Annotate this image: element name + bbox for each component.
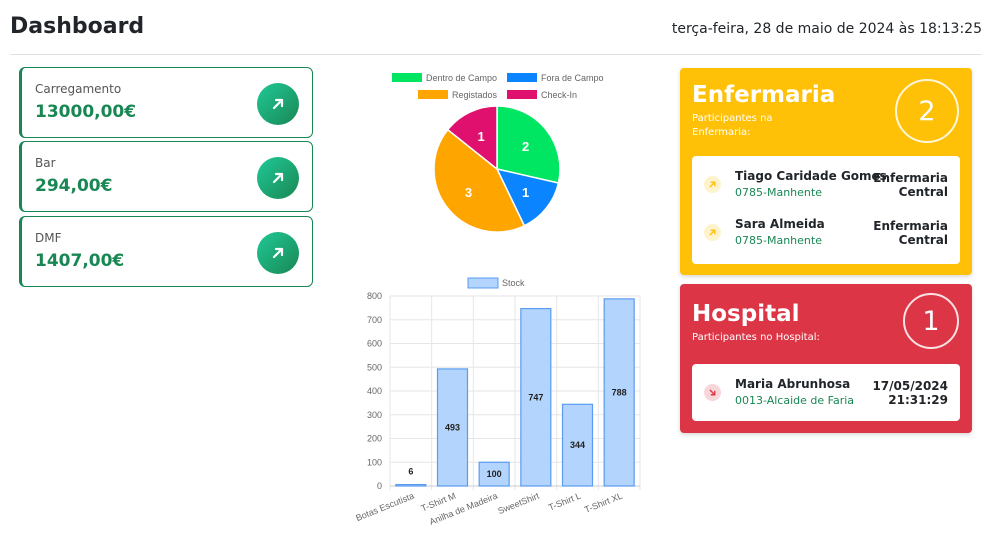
arrow-up-right-icon	[272, 172, 284, 184]
stock-bar-chart: Stock 0 100 200 300 400 500 600 700 800 6 Botas Esc…	[354, 277, 641, 527]
participant-team: 0785-Manhente	[735, 186, 822, 199]
enfermaria-count: 2	[895, 79, 959, 143]
bar	[395, 483, 427, 487]
pie-slice-label: 1	[478, 129, 485, 144]
hospital-title: Hospital	[692, 301, 800, 327]
arrow-up-right-icon	[272, 98, 284, 110]
legend-swatch	[507, 90, 537, 99]
legend-swatch	[507, 73, 537, 82]
open-bar-button[interactable]	[257, 157, 299, 199]
participant-name: Sara Almeida	[735, 217, 825, 231]
stat-value: 294,00€	[35, 176, 113, 196]
y-tick-label: 700	[367, 315, 382, 325]
stat-label: Bar	[35, 156, 56, 170]
legend-label: Dentro de Campo	[426, 73, 497, 83]
participant-time: 21:31:29	[888, 393, 948, 407]
stat-value: 1407,00€	[35, 251, 125, 271]
arrow-down-right-icon	[704, 384, 721, 401]
hospital-panel: Hospital Participantes no Hospital: 1 Ma…	[680, 284, 972, 433]
x-tick-label: T-Shirt XL	[583, 491, 624, 515]
page-header: Dashboard terça-feira, 28 de maio de 202…	[10, 0, 982, 55]
legend-label: Stock	[502, 278, 525, 288]
enfermaria-list: Tiago Caridade Gomes 0785-Manhente Enfer…	[692, 156, 960, 264]
open-carregamento-button[interactable]	[257, 83, 299, 125]
participant-name: Tiago Caridade Gomes	[735, 169, 887, 183]
bar-value-label: 344	[570, 440, 585, 450]
bar-value-label: 788	[612, 387, 627, 397]
enfermaria-subtitle: Participantes na Enfermaria:	[692, 113, 773, 138]
legend-swatch	[467, 277, 499, 289]
stat-card-carregamento: Carregamento 13000,00€	[19, 67, 313, 138]
enfermaria-panel: Enfermaria Participantes na Enfermaria: …	[680, 68, 972, 275]
participant-date: 17/05/2024	[872, 379, 948, 393]
bar-value-label: 100	[487, 469, 502, 479]
arrow-up-right-icon	[704, 224, 721, 241]
y-tick-label: 500	[367, 362, 382, 372]
participants-pie-chart: Dentro de Campo Fora de Campo Registados Ch…	[392, 73, 604, 233]
legend-label: Check-In	[541, 90, 577, 100]
participant-team: 0013-Alcaide de Faria	[735, 394, 855, 407]
participant-location: Enfermaria Central	[873, 171, 948, 199]
legend-swatch	[392, 73, 422, 82]
enfermaria-title: Enfermaria	[692, 82, 836, 108]
y-tick-label: 200	[367, 434, 382, 444]
x-tick-label: Botas Escutista	[354, 491, 415, 524]
legend-swatch	[418, 90, 448, 99]
y-tick-label: 600	[367, 339, 382, 349]
hospital-count: 1	[903, 293, 959, 349]
hospital-list: Maria Abrunhosa 0013-Alcaide de Faria 17…	[692, 364, 960, 421]
y-tick-label: 300	[367, 410, 382, 420]
y-tick-label: 800	[367, 291, 382, 301]
participant-datetime: 17/05/2024 21:31:29	[872, 379, 948, 407]
page-title: Dashboard	[10, 14, 145, 39]
stat-card-dmf: DMF 1407,00€	[19, 216, 313, 287]
list-item[interactable]: Maria Abrunhosa 0013-Alcaide de Faria 17…	[692, 367, 960, 418]
stat-value: 13000,00€	[35, 102, 137, 122]
arrow-up-right-icon	[704, 176, 721, 193]
pie-slice-label: 1	[522, 185, 529, 200]
x-tick-label: SweetShirt	[496, 490, 541, 516]
participant-name: Maria Abrunhosa	[735, 377, 851, 391]
y-tick-label: 0	[377, 481, 382, 491]
stat-label: Carregamento	[35, 82, 122, 96]
list-item[interactable]: Tiago Caridade Gomes 0785-Manhente Enfer…	[692, 159, 960, 210]
list-item[interactable]: Sara Almeida 0785-Manhente Enfermaria Ce…	[692, 207, 960, 258]
pie-slice-label: 3	[465, 185, 472, 200]
open-dmf-button[interactable]	[257, 232, 299, 274]
stat-card-bar: Bar 294,00€	[19, 141, 313, 212]
bar-value-label: 747	[528, 392, 543, 402]
y-tick-label: 100	[367, 457, 382, 467]
stat-label: DMF	[35, 231, 62, 245]
hospital-subtitle: Participantes no Hospital:	[692, 332, 820, 343]
bar-value-label: 6	[408, 467, 413, 477]
participant-team: 0785-Manhente	[735, 234, 822, 247]
current-datetime: terça-feira, 28 de maio de 2024 às 18:13…	[671, 21, 982, 37]
bar-value-label: 493	[445, 422, 460, 432]
x-tick-label: T-Shirt L	[547, 491, 582, 513]
legend-label: Registados	[452, 90, 498, 100]
pie-slice-label: 2	[522, 139, 529, 154]
y-tick-label: 400	[367, 386, 382, 396]
arrow-up-right-icon	[272, 247, 284, 259]
participant-location: Enfermaria Central	[873, 219, 948, 247]
legend-label: Fora de Campo	[541, 73, 604, 83]
